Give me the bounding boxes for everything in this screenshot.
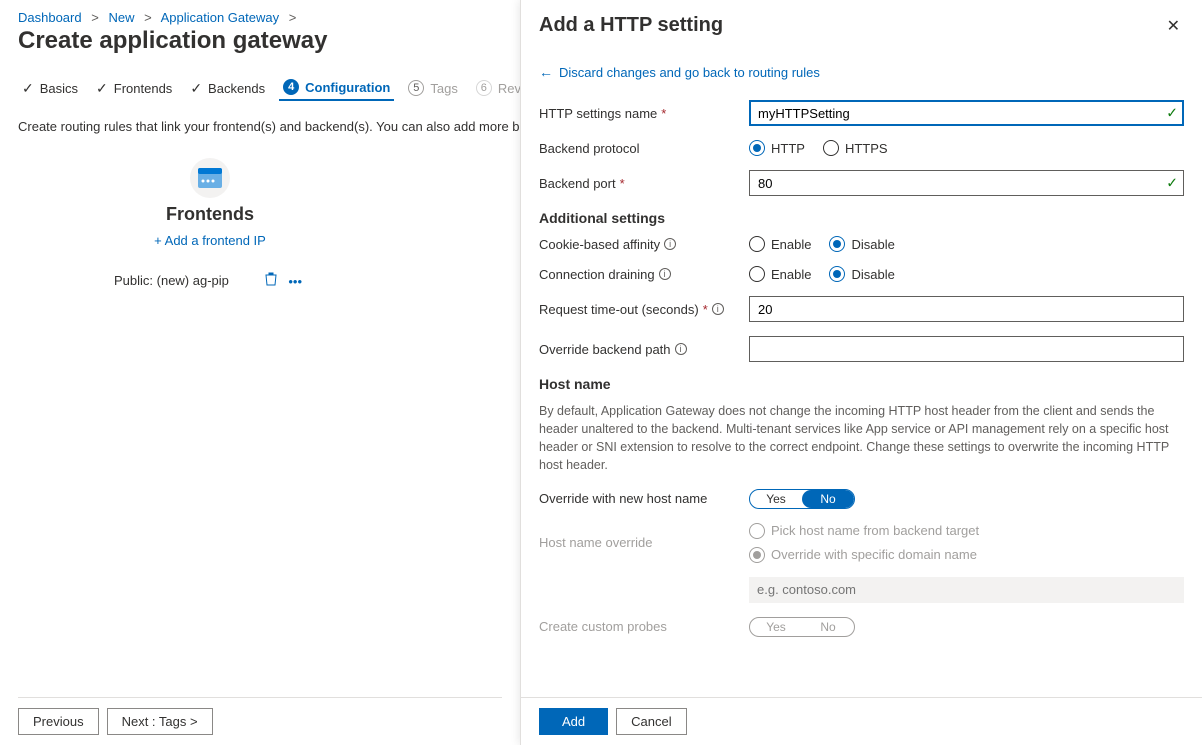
previous-button[interactable]: Previous xyxy=(18,708,99,735)
check-icon: ✓ xyxy=(22,80,34,97)
toggle-no[interactable]: No xyxy=(802,490,854,508)
panel-footer: Add Cancel xyxy=(521,697,1202,745)
override-path-input[interactable] xyxy=(749,336,1184,362)
close-icon[interactable]: ✕ xyxy=(1163,14,1184,38)
chevron-right-icon: > xyxy=(85,10,105,25)
override-domain-radio: Override with specific domain name xyxy=(749,547,1184,563)
label-port: Backend port* xyxy=(539,176,749,191)
info-icon[interactable]: i xyxy=(712,303,724,315)
info-icon[interactable]: i xyxy=(659,268,671,280)
frontends-title: Frontends xyxy=(110,204,310,225)
breadcrumb-appgateway[interactable]: Application Gateway xyxy=(161,10,280,25)
label-timeout: Request time-out (seconds)* i xyxy=(539,302,749,317)
section-hostname: Host name xyxy=(539,376,1184,392)
tab-basics[interactable]: ✓ Basics xyxy=(18,73,82,101)
cancel-button[interactable]: Cancel xyxy=(616,708,686,735)
breadcrumb-dashboard[interactable]: Dashboard xyxy=(18,10,82,25)
override-hostname-toggle[interactable]: Yes No xyxy=(749,489,855,509)
add-button[interactable]: Add xyxy=(539,708,608,735)
info-icon[interactable]: i xyxy=(675,343,687,355)
name-input[interactable] xyxy=(749,100,1184,126)
chevron-right-icon: > xyxy=(138,10,158,25)
add-frontend-link[interactable]: + Add a frontend IP xyxy=(110,233,310,248)
toggle-no: No xyxy=(802,618,854,636)
step-badge: 6 xyxy=(476,80,492,96)
timeout-input[interactable] xyxy=(749,296,1184,322)
tab-label: Basics xyxy=(40,81,78,96)
step-badge: 5 xyxy=(408,80,424,96)
drain-disable-radio[interactable]: Disable xyxy=(829,266,894,282)
step-badge: 4 xyxy=(283,79,299,95)
wizard-footer: Previous Next : Tags > xyxy=(18,697,502,735)
chevron-right-icon: > xyxy=(283,10,303,25)
check-icon: ✓ xyxy=(190,80,202,97)
tab-label: Frontends xyxy=(114,81,173,96)
tab-tags[interactable]: 5 Tags xyxy=(404,73,461,101)
checkmark-icon: ✓ xyxy=(1166,105,1178,122)
port-input[interactable] xyxy=(749,170,1184,196)
cookie-disable-radio[interactable]: Disable xyxy=(829,236,894,252)
checkmark-icon: ✓ xyxy=(1166,175,1178,192)
label-override-path: Override backend path i xyxy=(539,342,749,357)
label-protocol: Backend protocol xyxy=(539,141,749,156)
arrow-left-icon: ← xyxy=(539,64,553,80)
toggle-yes[interactable]: Yes xyxy=(750,490,802,508)
more-icon[interactable]: ••• xyxy=(284,274,306,289)
next-button[interactable]: Next : Tags > xyxy=(107,708,213,735)
section-additional: Additional settings xyxy=(539,210,1184,226)
hostname-desc: By default, Application Gateway does not… xyxy=(539,402,1184,475)
tab-label: Tags xyxy=(430,81,457,96)
pick-target-radio: Pick host name from backend target xyxy=(749,523,1184,539)
cookie-enable-radio[interactable]: Enable xyxy=(749,236,811,252)
label-override-new: Override with new host name xyxy=(539,491,749,506)
tab-backends[interactable]: ✓ Backends xyxy=(186,73,269,101)
panel-title: Add a HTTP setting xyxy=(539,14,723,37)
label-drain: Connection draining i xyxy=(539,267,749,282)
tab-configuration[interactable]: 4 Configuration xyxy=(279,73,394,101)
http-setting-panel: Add a HTTP setting ✕ ← Discard changes a… xyxy=(520,0,1202,745)
protocol-https-radio[interactable]: HTTPS xyxy=(823,140,888,156)
custom-probes-toggle: Yes No xyxy=(749,617,855,637)
breadcrumb-new[interactable]: New xyxy=(108,10,134,25)
label-cookie: Cookie-based affinity i xyxy=(539,237,749,252)
toggle-yes: Yes xyxy=(750,618,802,636)
frontend-row[interactable]: Public: (new) ag-pip ••• xyxy=(110,272,310,289)
frontends-card: Frontends + Add a frontend IP xyxy=(110,158,310,248)
label-name: HTTP settings name* xyxy=(539,106,749,121)
label-probes: Create custom probes xyxy=(539,619,749,634)
tab-frontends[interactable]: ✓ Frontends xyxy=(92,73,176,101)
frontend-tile-icon xyxy=(190,158,230,198)
tab-label: Backends xyxy=(208,81,265,96)
discard-back-link[interactable]: ← Discard changes and go back to routing… xyxy=(539,64,820,80)
domain-input xyxy=(749,577,1184,603)
browser-icon xyxy=(198,168,222,188)
delete-icon[interactable] xyxy=(261,274,285,289)
label-host-override: Host name override xyxy=(539,535,749,550)
tab-label: Configuration xyxy=(305,80,390,95)
check-icon: ✓ xyxy=(96,80,108,97)
drain-enable-radio[interactable]: Enable xyxy=(749,266,811,282)
info-icon[interactable]: i xyxy=(664,238,676,250)
frontend-label: Public: (new) ag-pip xyxy=(114,273,229,288)
protocol-http-radio[interactable]: HTTP xyxy=(749,140,805,156)
back-link-label: Discard changes and go back to routing r… xyxy=(559,65,820,80)
